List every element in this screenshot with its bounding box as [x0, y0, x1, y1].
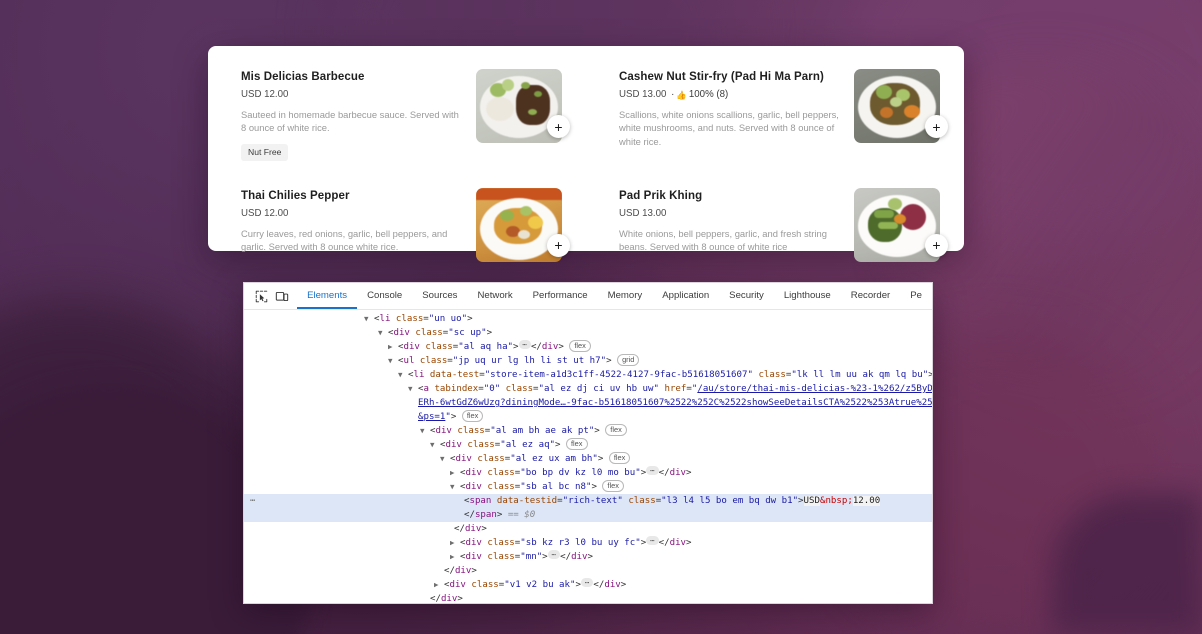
menu-item[interactable]: Thai Chilies Pepper USD 12.00 Curry leav…: [208, 171, 586, 272]
menu-item-price: USD 12.00: [241, 89, 288, 102]
add-item-button[interactable]: +: [925, 234, 948, 257]
menu-item-price-row: USD 13.00 · 👍 100% (8): [619, 89, 844, 102]
tab-network[interactable]: Network: [467, 283, 522, 309]
menu-item-title: Thai Chilies Pepper: [241, 189, 466, 203]
dom-line[interactable]: ▶ <div class="v1 v2 bu ak">⋯</div>: [244, 578, 932, 592]
add-item-button[interactable]: +: [547, 115, 570, 138]
tab-lighthouse[interactable]: Lighthouse: [774, 283, 841, 309]
dom-line[interactable]: </div>: [244, 564, 932, 578]
dom-line[interactable]: ERh-6wtGdZ6wUzg?diningMode…-9fac-b516180…: [244, 396, 932, 410]
menu-card: Mis Delicias Barbecue USD 12.00 Sauteed …: [208, 46, 964, 251]
add-item-button[interactable]: +: [547, 234, 570, 257]
menu-item-text: Mis Delicias Barbecue USD 12.00 Sauteed …: [241, 69, 466, 161]
add-item-button[interactable]: +: [925, 115, 948, 138]
dom-line[interactable]: &ps=1"> flex: [244, 410, 932, 424]
tab-security[interactable]: Security: [719, 283, 774, 309]
menu-item-badge: Nut Free: [241, 144, 288, 161]
menu-item-price-row: USD 13.00: [619, 208, 844, 221]
tab-performance[interactable]: Performance: [523, 283, 598, 309]
menu-item-text: Pad Prik Khing USD 13.00 White onions, b…: [619, 188, 844, 254]
menu-item-description: Curry leaves, red onions, garlic, bell p…: [241, 227, 466, 254]
tab-console[interactable]: Console: [357, 283, 412, 309]
menu-item-price: USD 13.00: [619, 89, 666, 102]
devtools-toolbar: Elements Console Sources Network Perform…: [244, 283, 932, 310]
separator-dot: ·: [668, 89, 674, 102]
menu-items-grid: Mis Delicias Barbecue USD 12.00 Sauteed …: [208, 50, 964, 272]
tab-performance-insights[interactable]: Pe: [900, 283, 932, 309]
dom-line[interactable]: ▼ <div class="al am bh ae ak pt"> flex: [244, 424, 932, 438]
dom-line[interactable]: ▶ <div class="bo bp dv kz l0 mo bu">⋯</d…: [244, 466, 932, 480]
menu-item[interactable]: Cashew Nut Stir-fry (Pad Hi Ma Parn) USD…: [586, 50, 964, 171]
devtools-panel: Elements Console Sources Network Perform…: [243, 282, 933, 604]
menu-item-price: USD 12.00: [241, 208, 288, 221]
tab-recorder[interactable]: Recorder: [841, 283, 900, 309]
menu-item-image-wrap: +: [854, 188, 940, 262]
dom-line[interactable]: ▼ <div class="al ez ux am bh"> flex: [244, 452, 932, 466]
menu-item-title: Cashew Nut Stir-fry (Pad Hi Ma Parn): [619, 70, 844, 84]
dom-line[interactable]: ▼ <div class="sc up">: [244, 326, 932, 340]
menu-item-image-wrap: +: [476, 188, 562, 262]
menu-item-text: Thai Chilies Pepper USD 12.00 Curry leav…: [241, 188, 466, 254]
dom-line[interactable]: ▶ <div class="sb kz r3 l0 bu uy fc">⋯</d…: [244, 536, 932, 550]
menu-item-price-row: USD 12.00: [241, 208, 466, 221]
menu-item-image-wrap: +: [854, 69, 940, 143]
menu-item-title: Pad Prik Khing: [619, 189, 844, 203]
gutter-ellipsis: ⋯: [250, 494, 255, 508]
dom-line[interactable]: ▼ <li data-test="store-item-a1d3c1ff-452…: [244, 368, 932, 382]
dom-line-selected[interactable]: ⋯<span data-testid="rich-text" class="l3…: [244, 494, 932, 508]
menu-item-description: White onions, bell peppers, garlic, and …: [619, 227, 844, 254]
dom-line[interactable]: </div>: [244, 522, 932, 536]
device-toolbar-icon[interactable]: [271, 283, 291, 309]
dom-line-selected-close[interactable]: </span> == $0: [244, 508, 932, 522]
menu-item-description: Sauteed in homemade barbecue sauce. Serv…: [241, 108, 466, 135]
dom-line[interactable]: </div>: [244, 592, 932, 604]
dom-line[interactable]: ▼ <ul class="jp uq ur lg lh li st ut h7"…: [244, 354, 932, 368]
tab-elements[interactable]: Elements: [297, 283, 357, 309]
dom-line[interactable]: ▼ <div class="sb al bc n8"> flex: [244, 480, 932, 494]
tab-sources[interactable]: Sources: [412, 283, 467, 309]
dom-line[interactable]: ▼ <a tabindex="0" class="al ez dj ci uv …: [244, 382, 932, 396]
inspect-element-icon[interactable]: [251, 283, 271, 309]
tab-application[interactable]: Application: [652, 283, 719, 309]
menu-item-description: Scallions, white onions scallions, garli…: [619, 108, 844, 148]
menu-item-price-row: USD 12.00: [241, 89, 466, 102]
thumbs-up-icon: 👍: [676, 91, 687, 100]
menu-item-rating-value: 100% (8): [689, 89, 728, 102]
menu-item-image-wrap: +: [476, 69, 562, 143]
dom-line[interactable]: ▶ <div class="mn">⋯</div>: [244, 550, 932, 564]
dom-line[interactable]: ▶ <div class="al aq ha">⋯</div> flex: [244, 340, 932, 354]
menu-item-text: Cashew Nut Stir-fry (Pad Hi Ma Parn) USD…: [619, 69, 844, 148]
menu-item[interactable]: Pad Prik Khing USD 13.00 White onions, b…: [586, 171, 964, 272]
tab-memory[interactable]: Memory: [598, 283, 653, 309]
dom-line[interactable]: ▼ <div class="al ez aq"> flex: [244, 438, 932, 452]
menu-item[interactable]: Mis Delicias Barbecue USD 12.00 Sauteed …: [208, 50, 586, 171]
menu-item-price: USD 13.00: [619, 208, 666, 221]
menu-item-title: Mis Delicias Barbecue: [241, 70, 466, 84]
devtools-tab-bar: Elements Console Sources Network Perform…: [297, 283, 932, 309]
dom-tree[interactable]: ▼ <li class="un uo"> ▼ <div class="sc up…: [244, 310, 932, 604]
menu-item-rating: · 👍 100% (8): [668, 89, 728, 102]
dom-line[interactable]: ▼ <li class="un uo">: [244, 312, 932, 326]
